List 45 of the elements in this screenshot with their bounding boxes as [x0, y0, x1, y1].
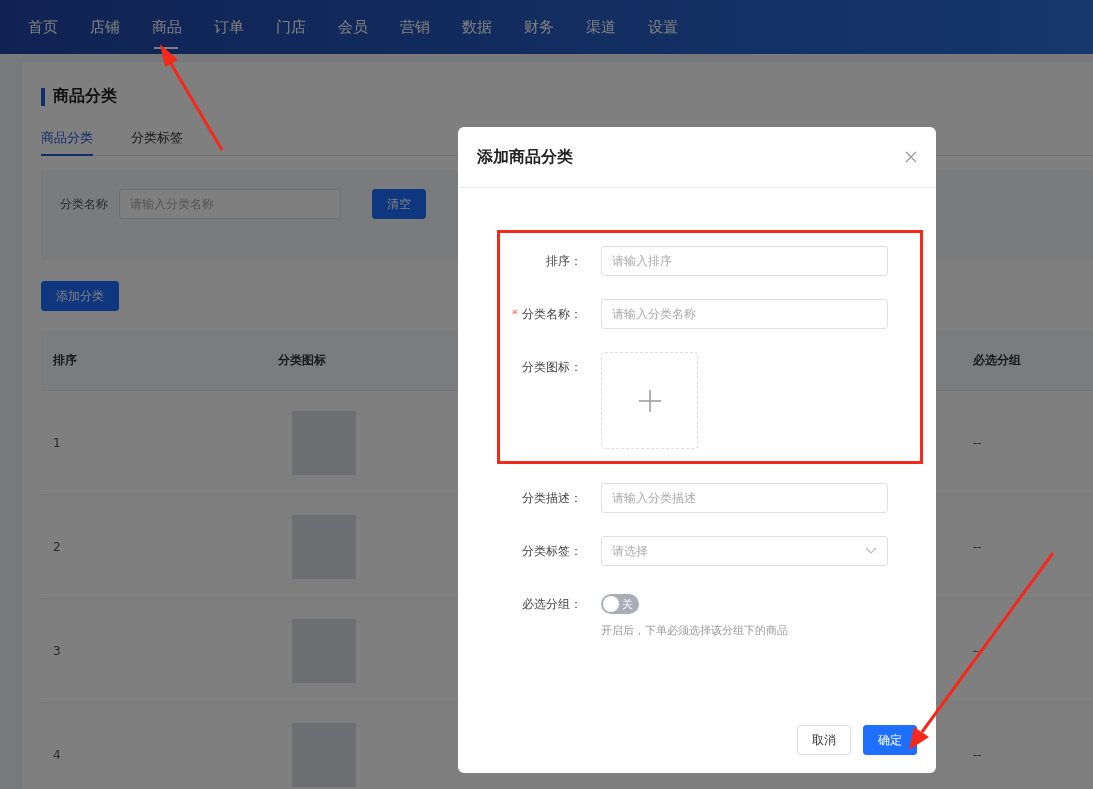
text-input[interactable]: 请输入排序: [601, 246, 888, 276]
table-cell: --: [973, 747, 982, 762]
select-field[interactable]: 请选择: [601, 536, 888, 566]
table-cell: 1: [53, 435, 61, 450]
nav-item[interactable]: 数据: [446, 0, 507, 54]
tab[interactable]: 商品分类: [41, 129, 93, 156]
table-cell: 4: [53, 747, 61, 762]
table-cell: --: [973, 539, 982, 554]
title-bar: [41, 87, 45, 106]
column-header: 排序: [53, 352, 77, 369]
field-label: * 分类名称：: [511, 306, 582, 323]
hint-text: 开启后，下单必须选择该分组下的商品: [601, 623, 789, 638]
add-button[interactable]: 添加分类: [41, 281, 119, 311]
nav-item[interactable]: 订单: [198, 0, 259, 54]
table-cell: 3: [53, 643, 61, 658]
filter-label: 分类名称: [60, 196, 108, 213]
column-header: 必选分组: [973, 352, 1021, 369]
nav-item[interactable]: 渠道: [570, 0, 631, 54]
plus-icon: [638, 389, 661, 412]
field-label: 必选分组：: [521, 596, 582, 613]
field-label: 分类图标：: [521, 359, 582, 376]
column-header: 分类图标: [278, 352, 326, 369]
clear-button[interactable]: 清空: [372, 189, 426, 219]
page-title: 商品分类: [53, 86, 117, 107]
field-label: 分类描述：: [521, 490, 582, 507]
field-label: 分类标签：: [521, 543, 582, 560]
nav-item[interactable]: 门店: [260, 0, 321, 54]
chevron-down-icon: [865, 547, 877, 555]
text-input[interactable]: 请输入分类名称: [601, 299, 888, 329]
dialog-title: 添加商品分类: [477, 146, 573, 168]
close-icon[interactable]: [905, 151, 917, 163]
nav-item[interactable]: 店铺: [74, 0, 135, 54]
nav-item[interactable]: 首页: [12, 0, 73, 54]
toggle-switch[interactable]: 关: [601, 594, 639, 614]
nav-item[interactable]: 财务: [508, 0, 569, 54]
nav-item[interactable]: 营销: [384, 0, 445, 54]
table-cell: --: [973, 435, 982, 450]
field-label: 排序：: [545, 253, 582, 270]
text-input[interactable]: 请输入分类描述: [601, 483, 888, 513]
cancel-button[interactable]: 取消: [797, 725, 851, 755]
confirm-button[interactable]: 确定: [863, 725, 917, 755]
tab[interactable]: 分类标签: [131, 129, 183, 156]
table-cell: 2: [53, 539, 61, 554]
nav-item[interactable]: 设置: [632, 0, 693, 54]
nav-item[interactable]: 会员: [322, 0, 383, 54]
